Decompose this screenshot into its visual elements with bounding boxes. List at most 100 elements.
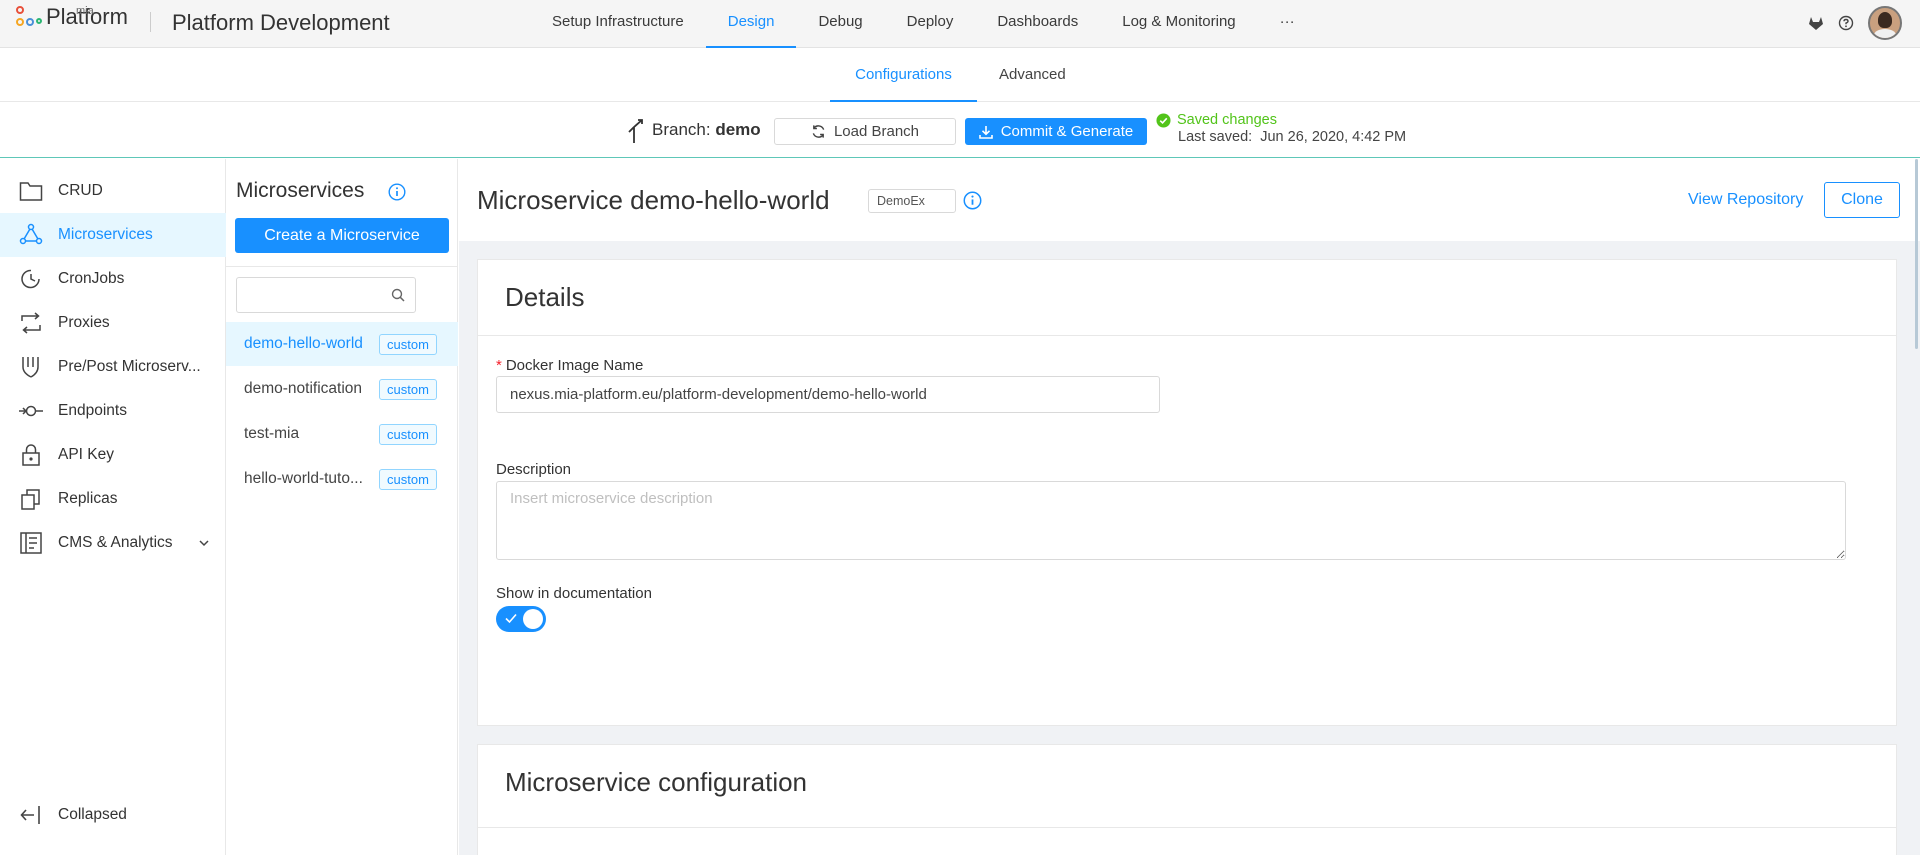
description-textarea[interactable] xyxy=(496,481,1846,560)
nav-log-monitoring[interactable]: Log & Monitoring xyxy=(1100,0,1257,48)
sidebar: CRUD Microservices CronJobs Proxies Pre/… xyxy=(0,159,226,855)
avatar[interactable] xyxy=(1868,6,1902,40)
check-icon xyxy=(504,610,518,630)
clock-icon xyxy=(18,266,44,292)
custom-tag: custom xyxy=(379,424,437,445)
create-microservice-button[interactable]: Create a Microservice xyxy=(235,218,449,253)
description-label: Description xyxy=(496,461,572,478)
sidebar-item-api-key[interactable]: API Key xyxy=(0,433,226,477)
card-divider xyxy=(478,335,1896,336)
logo-small-text: mia xyxy=(76,5,94,17)
check-circle-icon xyxy=(1156,113,1171,128)
show-docs-label: Show in documentation xyxy=(496,585,652,602)
swap-icon xyxy=(18,310,44,336)
branch-bar: Branch: demo Load Branch Commit & Genera… xyxy=(0,102,1920,158)
tab-configurations[interactable]: Configurations xyxy=(830,48,977,102)
custom-tag: custom xyxy=(379,334,437,355)
sidebar-item-pre-post-microservices[interactable]: Pre/Post Microserv... xyxy=(0,345,226,389)
toggle-knob xyxy=(523,609,543,629)
folder-icon xyxy=(18,178,44,204)
sidebar-item-microservices[interactable]: Microservices xyxy=(0,213,226,257)
endpoint-icon xyxy=(18,398,44,424)
search-input[interactable] xyxy=(237,278,387,312)
branch-name: demo xyxy=(715,120,761,139)
logo-text: mia Platform xyxy=(46,4,128,30)
microservice-name: demo-notification xyxy=(244,380,363,397)
main-content: Microservice demo-hello-world DemoEx Vie… xyxy=(459,159,1920,855)
header-actions xyxy=(1808,6,1902,40)
logo[interactable]: mia Platform xyxy=(16,4,128,30)
logo-icon xyxy=(16,6,42,30)
sidebar-item-endpoints[interactable]: Endpoints xyxy=(0,389,226,433)
gitlab-icon[interactable] xyxy=(1808,15,1824,31)
details-card: Details *Docker Image Name Description S… xyxy=(477,259,1897,726)
view-repository-link[interactable]: View Repository xyxy=(1688,191,1803,209)
help-icon[interactable] xyxy=(1838,15,1854,31)
environment-tag: DemoEx xyxy=(868,189,956,213)
required-mark: * xyxy=(496,357,502,374)
fork-icon xyxy=(18,354,44,380)
search-field xyxy=(236,277,416,313)
panel-title: Microservices xyxy=(236,179,365,202)
branch-label: Branch: demo xyxy=(652,120,761,139)
sync-icon xyxy=(811,124,826,139)
top-header: mia Platform Platform Development Setup … xyxy=(0,0,1920,48)
docker-image-label: * Docker Image Name xyxy=(496,357,644,374)
sidebar-item-replicas[interactable]: Replicas xyxy=(0,477,226,521)
branch-icon xyxy=(626,118,646,148)
last-saved-value: Jun 26, 2020, 4:42 PM xyxy=(1260,129,1407,145)
nav-design[interactable]: Design xyxy=(705,0,797,48)
nav-deploy[interactable]: Deploy xyxy=(885,0,976,48)
download-icon xyxy=(978,125,993,139)
list-item[interactable]: hello-world-tuto... custom xyxy=(226,457,458,501)
microservices-panel: Microservices Create a Microservice demo… xyxy=(226,159,458,855)
info-icon[interactable] xyxy=(963,191,982,210)
list-item[interactable]: demo-hello-world custom xyxy=(226,322,458,366)
list-item[interactable]: demo-notification custom xyxy=(226,367,458,411)
copy-icon xyxy=(18,486,44,512)
card-divider xyxy=(478,827,1896,828)
card-title: Details xyxy=(505,282,585,312)
custom-tag: custom xyxy=(379,469,437,490)
show-docs-toggle[interactable] xyxy=(496,606,546,632)
clone-button[interactable]: Clone xyxy=(1824,182,1900,218)
header-divider xyxy=(150,12,151,32)
sub-tabs: Configurations Advanced xyxy=(0,48,1920,102)
sidebar-item-proxies[interactable]: Proxies xyxy=(0,301,226,345)
scrollbar[interactable] xyxy=(1915,159,1918,349)
microservice-name: demo-hello-world xyxy=(244,335,363,352)
sidebar-collapse-button[interactable]: Collapsed xyxy=(0,793,226,837)
main-nav: Setup Infrastructure Design Debug Deploy… xyxy=(530,0,1317,48)
load-branch-button[interactable]: Load Branch xyxy=(774,118,956,145)
configuration-card: Microservice configuration xyxy=(477,744,1897,855)
lock-icon xyxy=(18,442,44,468)
project-title: Platform Development xyxy=(172,10,390,35)
sidebar-item-cronjobs[interactable]: CronJobs xyxy=(0,257,226,301)
page-title: Microservice demo-hello-world xyxy=(477,185,830,215)
saved-status: Saved changes Last saved: Jun 26, 2020, … xyxy=(1156,112,1406,146)
microservice-name: hello-world-tuto... xyxy=(244,470,363,487)
search-icon[interactable] xyxy=(391,288,405,306)
nav-debug[interactable]: Debug xyxy=(796,0,884,48)
sidebar-item-crud[interactable]: CRUD xyxy=(0,169,226,213)
form-icon xyxy=(18,530,44,556)
commit-generate-button[interactable]: Commit & Generate xyxy=(965,118,1147,145)
docker-image-input[interactable] xyxy=(496,376,1160,413)
microservices-icon xyxy=(18,222,44,248)
chevron-down-icon[interactable] xyxy=(198,535,210,553)
custom-tag: custom xyxy=(379,379,437,400)
info-icon[interactable] xyxy=(388,183,406,201)
saved-changes-text: Saved changes xyxy=(1177,112,1277,128)
list-item[interactable]: test-mia custom xyxy=(226,412,458,456)
microservice-name: test-mia xyxy=(244,425,300,442)
sidebar-item-cms-analytics[interactable]: CMS & Analytics xyxy=(0,521,226,565)
last-saved-label: Last saved: xyxy=(1178,129,1253,145)
collapse-icon xyxy=(18,802,44,828)
tab-advanced[interactable]: Advanced xyxy=(999,48,1066,102)
nav-dashboards[interactable]: Dashboards xyxy=(975,0,1100,48)
detail-header: Microservice demo-hello-world DemoEx Vie… xyxy=(459,159,1920,241)
card-title: Microservice configuration xyxy=(505,767,808,797)
nav-more[interactable]: ··· xyxy=(1258,0,1317,48)
panel-divider xyxy=(226,266,458,267)
nav-setup-infrastructure[interactable]: Setup Infrastructure xyxy=(530,0,706,48)
